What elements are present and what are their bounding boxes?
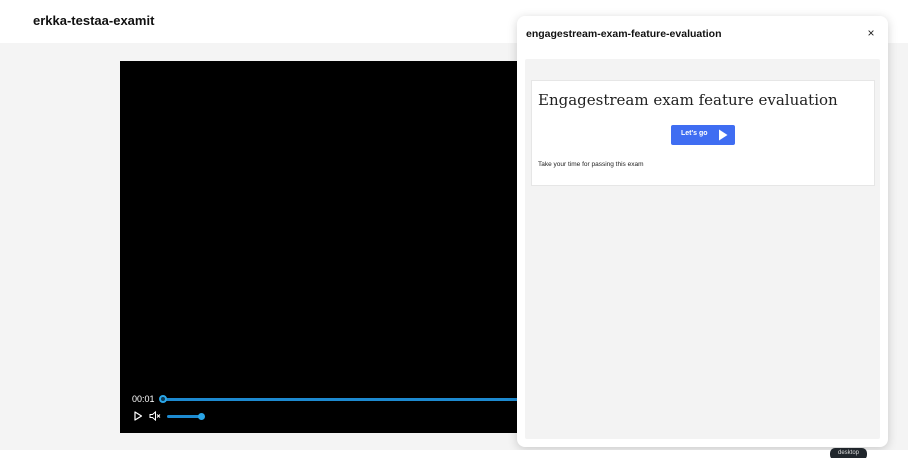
page-title: erkka-testaa-examit	[33, 13, 155, 28]
lets-go-button[interactable]: Let's go	[671, 125, 735, 145]
bottom-strip	[0, 450, 908, 458]
env-badge: desktop	[830, 448, 867, 458]
video-player[interactable]: 00:01	[120, 61, 530, 433]
play-arrow-icon	[719, 129, 728, 141]
volume-icon[interactable]	[149, 410, 161, 422]
exam-note: Take your time for passing this exam	[538, 161, 644, 168]
play-icon[interactable]	[133, 411, 143, 421]
exam-panel: engagestream-exam-feature-evaluation × E…	[517, 16, 888, 447]
lets-go-label: Let's go	[681, 130, 708, 137]
exam-card: Engagestream exam feature evaluation Let…	[531, 80, 875, 186]
exam-heading: Engagestream exam feature evaluation	[538, 91, 838, 109]
progress-bar[interactable]	[162, 398, 530, 401]
current-time: 00:01	[132, 394, 155, 404]
progress-handle[interactable]	[159, 395, 167, 403]
volume-handle[interactable]	[198, 413, 205, 420]
close-icon[interactable]: ×	[865, 26, 877, 40]
panel-body: Engagestream exam feature evaluation Let…	[525, 59, 880, 439]
panel-title: engagestream-exam-feature-evaluation	[526, 28, 722, 40]
